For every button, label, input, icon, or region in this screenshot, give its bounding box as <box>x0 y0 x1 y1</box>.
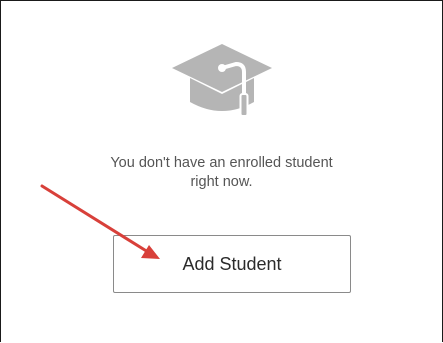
empty-state-message-line-1: You don't have an enrolled student <box>110 155 333 171</box>
add-student-button[interactable]: Add Student <box>113 235 351 293</box>
empty-state-message-line-2: right now. <box>190 174 253 190</box>
empty-state-message: You don't have an enrolled student right… <box>60 154 383 192</box>
graduation-cap-icon <box>172 44 272 117</box>
